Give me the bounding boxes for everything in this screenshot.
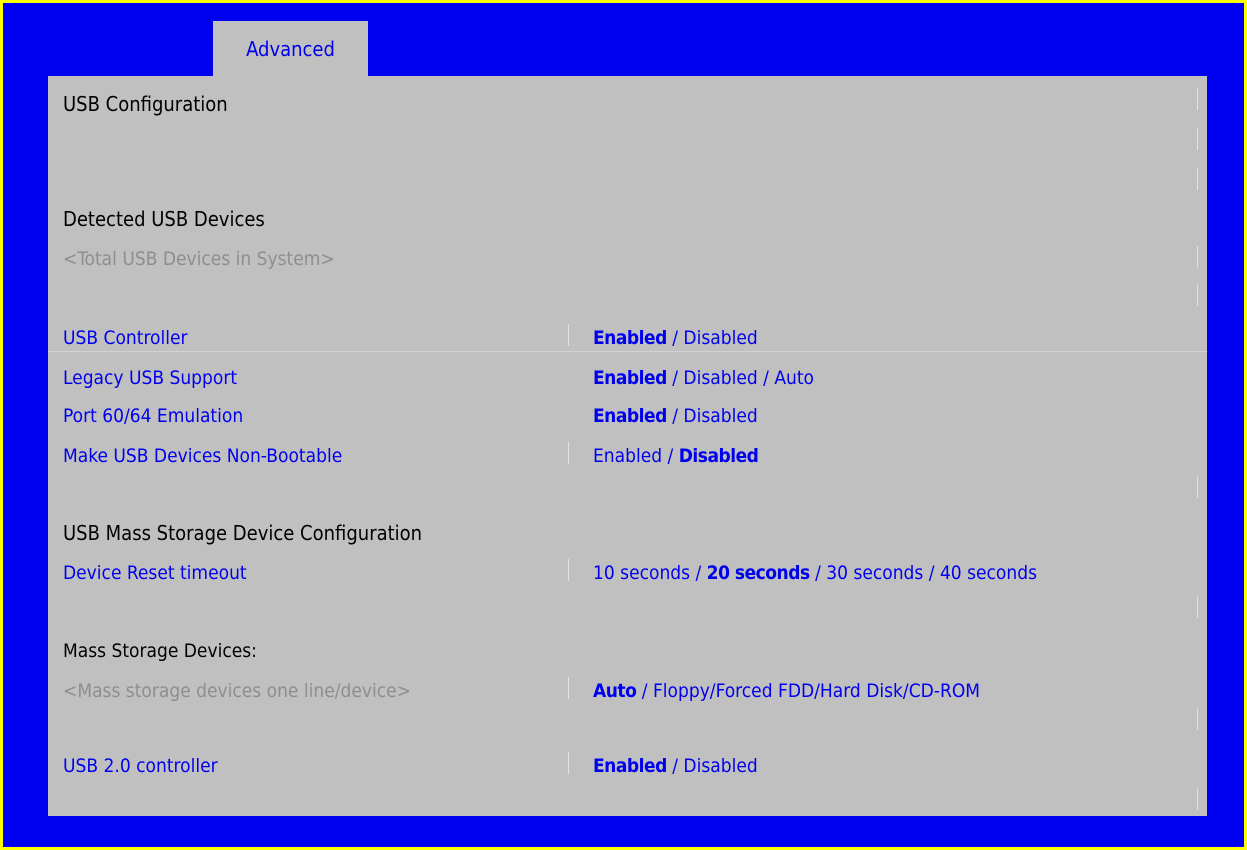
option-selected: Disabled bbox=[678, 445, 759, 467]
legacy-usb-label: Legacy USB Support bbox=[63, 367, 238, 389]
column-divider bbox=[568, 752, 569, 774]
non-bootable-options[interactable]: Enabled / Disabled bbox=[593, 436, 759, 476]
option-selected: Enabled bbox=[593, 367, 667, 389]
setting-row-reset-timeout[interactable]: Device Reset timeout 10 seconds / 20 sec… bbox=[48, 553, 1207, 593]
edge-tick bbox=[1197, 128, 1198, 150]
setting-row-non-bootable[interactable]: Make USB Devices Non-Bootable Enabled / … bbox=[48, 436, 1207, 476]
mass-storage-devices-label: Mass Storage Devices: bbox=[63, 640, 257, 662]
option-alternatives: Enabled / bbox=[593, 445, 679, 467]
column-divider bbox=[568, 677, 569, 699]
usb-controller-label: USB Controller bbox=[63, 327, 188, 349]
option-alternatives: / Disabled bbox=[666, 405, 758, 427]
mass-storage-type-options[interactable]: Auto / Floppy/Forced FDD/Hard Disk/CD-RO… bbox=[593, 671, 980, 711]
option-alternatives: / Disabled bbox=[666, 755, 758, 777]
column-divider bbox=[568, 442, 569, 464]
non-bootable-label: Make USB Devices Non-Bootable bbox=[63, 445, 343, 467]
edge-tick bbox=[1197, 476, 1198, 498]
option-alternatives: / 30 seconds / 40 seconds bbox=[809, 562, 1037, 584]
option-alternatives: / Floppy/Forced FDD/Hard Disk/CD-ROM bbox=[636, 680, 981, 702]
setting-row-mass-storage-device[interactable]: <Mass storage devices one line/device> A… bbox=[48, 671, 1207, 711]
mass-storage-device-placeholder: <Mass storage devices one line/device> bbox=[63, 680, 411, 702]
total-devices-info: <Total USB Devices in System> bbox=[63, 248, 335, 270]
option-selected: Enabled bbox=[593, 405, 667, 427]
option-alternatives: / Disabled / Auto bbox=[666, 367, 814, 389]
edge-tick bbox=[1197, 246, 1198, 268]
edge-tick bbox=[1197, 168, 1198, 190]
setting-row-usb2-controller[interactable]: USB 2.0 controller Enabled / Disabled bbox=[48, 746, 1207, 786]
mass-storage-heading: USB Mass Storage Device Configuration bbox=[63, 521, 423, 545]
tab-advanced-label: Advanced bbox=[246, 36, 335, 61]
edge-tick bbox=[1197, 788, 1198, 810]
port-emulation-options[interactable]: Enabled / Disabled bbox=[593, 396, 758, 436]
option-alternatives: 10 seconds / bbox=[593, 562, 707, 584]
edge-tick bbox=[1197, 708, 1198, 730]
option-selected: 20 seconds bbox=[706, 562, 810, 584]
detected-devices-heading-row: Detected USB Devices bbox=[48, 199, 1207, 239]
legacy-usb-options[interactable]: Enabled / Disabled / Auto bbox=[593, 358, 814, 398]
usb2-controller-options[interactable]: Enabled / Disabled bbox=[593, 746, 758, 786]
mass-storage-heading-row: USB Mass Storage Device Configuration bbox=[48, 513, 1207, 553]
option-alternatives: / Disabled bbox=[666, 327, 758, 349]
usb-controller-options[interactable]: Enabled / Disabled bbox=[593, 318, 758, 358]
setting-row-usb-controller[interactable]: USB Controller Enabled / Disabled bbox=[48, 318, 1207, 358]
setting-row-legacy-usb[interactable]: Legacy USB Support Enabled / Disabled / … bbox=[48, 358, 1207, 398]
mass-storage-devices-row: Mass Storage Devices: bbox=[48, 631, 1207, 671]
option-selected: Enabled bbox=[593, 327, 667, 349]
row-divider bbox=[48, 351, 1207, 352]
port-emulation-label: Port 60/64 Emulation bbox=[63, 405, 244, 427]
reset-timeout-label: Device Reset timeout bbox=[63, 562, 247, 584]
edge-tick bbox=[1197, 596, 1198, 618]
tab-advanced[interactable]: Advanced bbox=[213, 21, 368, 76]
edge-tick bbox=[1197, 88, 1198, 110]
option-selected: Enabled bbox=[593, 755, 667, 777]
bios-setup-screen: Advanced USB Configuration Detected USB … bbox=[0, 0, 1247, 850]
total-devices-row: <Total USB Devices in System> bbox=[48, 239, 1207, 279]
usb2-controller-label: USB 2.0 controller bbox=[63, 755, 218, 777]
column-divider bbox=[568, 324, 569, 346]
column-divider bbox=[568, 559, 569, 581]
page-title: USB Configuration bbox=[63, 92, 228, 116]
usb-configuration-panel: USB Configuration Detected USB Devices <… bbox=[48, 76, 1207, 816]
reset-timeout-options[interactable]: 10 seconds / 20 seconds / 30 seconds / 4… bbox=[593, 553, 1037, 593]
edge-tick bbox=[1197, 284, 1198, 306]
option-selected: Auto bbox=[593, 680, 637, 702]
detected-devices-heading: Detected USB Devices bbox=[63, 207, 265, 231]
setting-row-port-emulation[interactable]: Port 60/64 Emulation Enabled / Disabled bbox=[48, 396, 1207, 436]
